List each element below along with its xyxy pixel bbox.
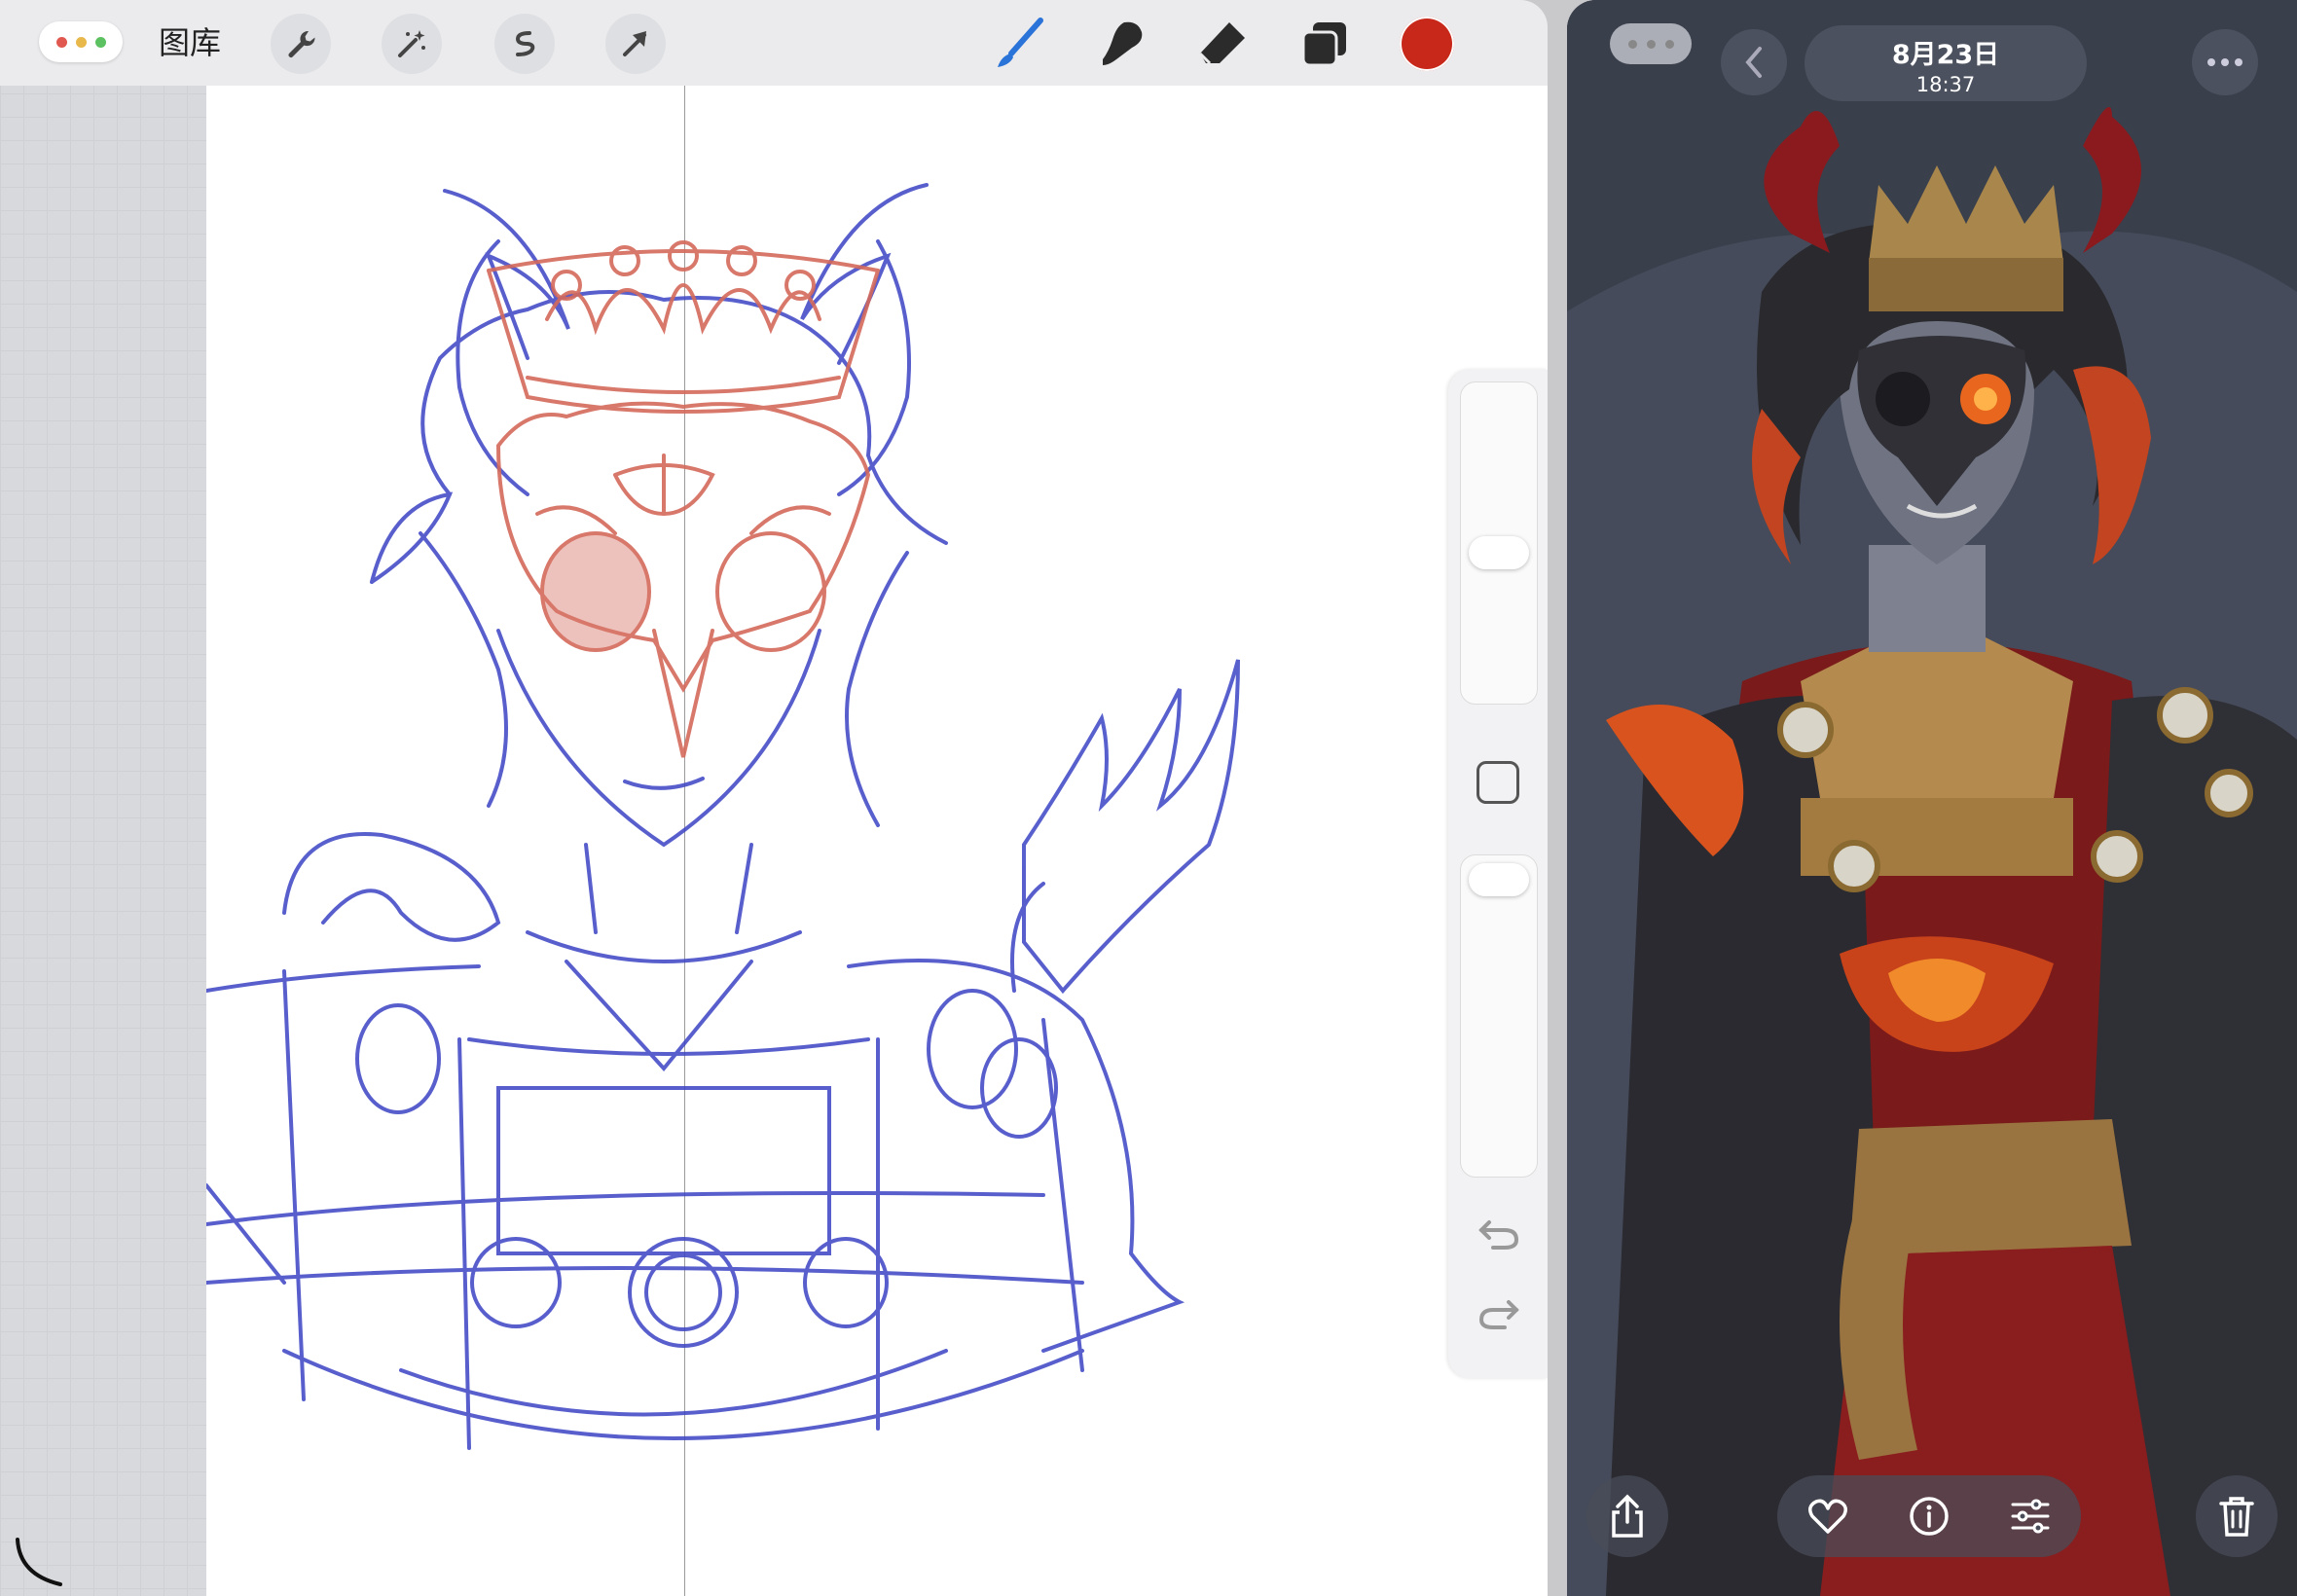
photo-date-pill: 8月23日 18:37: [1805, 25, 2087, 101]
redo-icon[interactable]: [1477, 1294, 1520, 1333]
photo-actions-group: [1777, 1475, 2081, 1557]
transform-arrow-icon: [623, 31, 646, 56]
photo-date: 8月23日: [1891, 40, 2000, 70]
magic-wand-icon: [398, 30, 425, 57]
eraser-button[interactable]: [1193, 14, 1254, 74]
trash-icon: [2219, 1497, 2254, 1537]
sketch-artwork: [206, 183, 1240, 1450]
actions-button[interactable]: [271, 14, 331, 74]
eraser-icon: [1198, 22, 1245, 65]
chevron-left-icon: [1745, 47, 1762, 78]
delete-button[interactable]: [2196, 1475, 2278, 1557]
transform-button[interactable]: [605, 14, 666, 74]
window-controls[interactable]: [39, 21, 123, 62]
reference-photo[interactable]: [1567, 0, 2297, 1596]
canvas-sidebar: [1448, 370, 1548, 1378]
opacity-slider[interactable]: [1460, 854, 1538, 1178]
back-button[interactable]: [1721, 29, 1787, 95]
info-icon: [1910, 1497, 1949, 1536]
favorite-button[interactable]: [1777, 1475, 1878, 1557]
adjustments-button[interactable]: [382, 14, 442, 74]
window-controls[interactable]: [1610, 23, 1692, 64]
gallery-button[interactable]: 图库: [159, 21, 221, 64]
layers-button[interactable]: [1294, 14, 1355, 74]
drawing-app-window: 图库: [0, 0, 1548, 1596]
corner-gesture-mark: [16, 1538, 62, 1586]
heart-icon: [1808, 1499, 1847, 1534]
brush-size-handle[interactable]: [1469, 536, 1529, 569]
layers-icon: [1301, 22, 1346, 67]
more-button[interactable]: [2192, 29, 2258, 95]
smudge-icon: [1103, 21, 1143, 65]
drawing-canvas[interactable]: [206, 86, 1548, 1596]
share-button[interactable]: [1586, 1475, 1668, 1557]
brush-icon: [998, 18, 1043, 67]
selection-icon: [515, 31, 535, 56]
brush-size-slider[interactable]: [1460, 381, 1538, 705]
photo-viewer-window: 8月23日 18:37: [1567, 0, 2297, 1596]
share-icon: [1612, 1494, 1643, 1538]
color-picker-button[interactable]: [1400, 17, 1454, 71]
info-button[interactable]: [1878, 1475, 1980, 1557]
adjust-button[interactable]: [1980, 1475, 2081, 1557]
wrench-icon: [288, 30, 315, 57]
opacity-handle[interactable]: [1469, 863, 1529, 896]
smudge-button[interactable]: [1092, 14, 1152, 74]
photo-time: 18:37: [1915, 73, 1976, 96]
undo-icon[interactable]: [1477, 1215, 1520, 1253]
toolbar: 图库: [0, 0, 1548, 86]
ellipsis-icon: [2207, 58, 2242, 66]
modify-button[interactable]: [1477, 761, 1519, 804]
brush-button[interactable]: [991, 14, 1051, 74]
selection-button[interactable]: [494, 14, 555, 74]
adjust-icon: [2011, 1499, 2050, 1534]
